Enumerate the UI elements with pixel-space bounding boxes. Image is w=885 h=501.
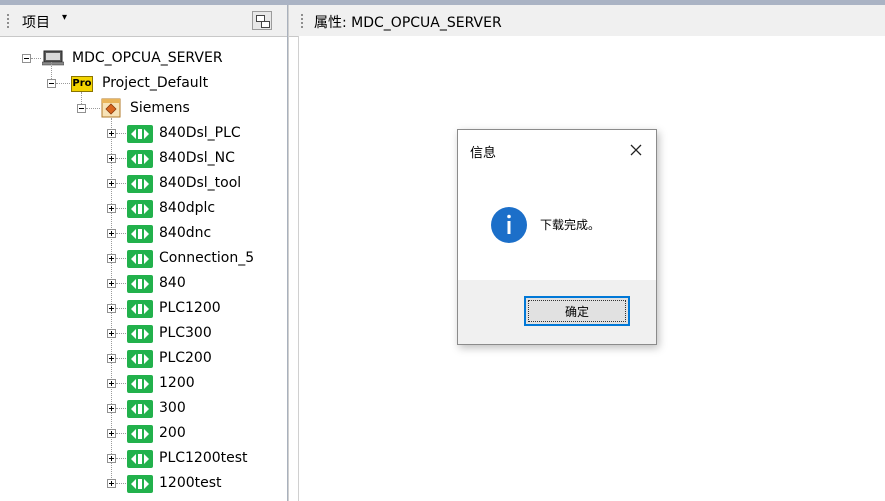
dropdown-caret-icon[interactable]: ▾ — [62, 12, 67, 23]
info-icon — [491, 207, 527, 243]
drag-grip-icon[interactable] — [301, 14, 303, 28]
connection-expand-toggle[interactable] — [107, 204, 116, 213]
properties-title: 属性: MDC_OPCUA_SERVER — [314, 15, 502, 31]
tree-item-project[interactable]: Project_Default — [102, 75, 208, 91]
tree-item-connection[interactable]: PLC1200test — [159, 450, 248, 466]
connection-icon — [127, 125, 153, 143]
connection-expand-toggle[interactable] — [107, 329, 116, 338]
siemens-driver-icon — [101, 98, 121, 118]
tree-view-icon-node — [261, 21, 270, 28]
connection-expand-toggle[interactable] — [107, 254, 116, 263]
connection-icon — [127, 375, 153, 393]
tree-item-connection[interactable]: 840dnc — [159, 225, 211, 241]
connection-expand-toggle[interactable] — [107, 154, 116, 163]
ok-button[interactable]: 确定 — [524, 296, 630, 326]
project-pane-header: 项目 ▾ — [0, 5, 287, 37]
project-collapse-toggle[interactable] — [47, 79, 56, 88]
tree-item-connection[interactable]: 300 — [159, 400, 186, 416]
connection-icon — [127, 250, 153, 268]
connection-icon — [127, 150, 153, 168]
connection-icon — [127, 425, 153, 443]
connection-icon — [127, 225, 153, 243]
properties-pane-header: 属性: MDC_OPCUA_SERVER — [289, 5, 885, 37]
connection-expand-toggle[interactable] — [107, 429, 116, 438]
project-pane-title[interactable]: 项目 — [22, 12, 50, 32]
info-dialog: 信息 下载完成。 确定 — [457, 129, 657, 345]
project-tree[interactable]: MDC_OPCUA_SERVER Pro Project_Default Sie… — [0, 36, 287, 501]
connection-icon — [127, 200, 153, 218]
tree-item-connection[interactable]: PLC1200 — [159, 300, 221, 316]
dialog-body: 下载完成。 — [458, 170, 656, 280]
tree-item-connection[interactable]: 1200test — [159, 475, 222, 491]
tree-item-connection[interactable]: 840 — [159, 275, 186, 291]
dialog-message: 下载完成。 — [540, 218, 601, 232]
connection-icon — [127, 175, 153, 193]
tree-item-connection[interactable]: PLC200 — [159, 350, 212, 366]
tree-item-connection[interactable]: 840dplc — [159, 200, 215, 216]
root-collapse-toggle[interactable] — [22, 54, 31, 63]
connection-expand-toggle[interactable] — [107, 454, 116, 463]
connection-icon — [127, 300, 153, 318]
connection-expand-toggle[interactable] — [107, 129, 116, 138]
tree-item-root[interactable]: MDC_OPCUA_SERVER — [72, 50, 223, 66]
tree-item-siemens[interactable]: Siemens — [130, 100, 190, 116]
connection-icon — [127, 450, 153, 468]
dialog-footer: 确定 — [458, 280, 656, 344]
tree-view-button[interactable] — [252, 11, 272, 30]
connection-expand-toggle[interactable] — [107, 379, 116, 388]
project-pane: 项目 ▾ MDC_OPCUA_SERVER Pro Project_Defaul… — [0, 5, 288, 501]
close-icon[interactable] — [624, 138, 648, 162]
tree-item-connection[interactable]: 840Dsl_tool — [159, 175, 241, 191]
connection-icon — [127, 350, 153, 368]
connection-expand-toggle[interactable] — [107, 479, 116, 488]
tree-item-connection[interactable]: PLC300 — [159, 325, 212, 341]
tree-item-connection[interactable]: 1200 — [159, 375, 195, 391]
connection-icon — [127, 275, 153, 293]
dialog-title: 信息 — [470, 146, 497, 161]
connection-expand-toggle[interactable] — [107, 304, 116, 313]
tree-item-connection[interactable]: Connection_5 — [159, 250, 254, 266]
connection-expand-toggle[interactable] — [107, 179, 116, 188]
tree-item-connection[interactable]: 840Dsl_PLC — [159, 125, 241, 141]
tree-item-connection[interactable]: 200 — [159, 425, 186, 441]
pro-icon: Pro — [71, 76, 93, 92]
connection-expand-toggle[interactable] — [107, 354, 116, 363]
connection-icon — [127, 400, 153, 418]
connection-icon — [127, 325, 153, 343]
connection-expand-toggle[interactable] — [107, 404, 116, 413]
tree-item-connection[interactable]: 840Dsl_NC — [159, 150, 235, 166]
server-icon — [42, 50, 64, 66]
connection-expand-toggle[interactable] — [107, 279, 116, 288]
connection-expand-toggle[interactable] — [107, 229, 116, 238]
siemens-collapse-toggle[interactable] — [77, 104, 86, 113]
drag-grip-icon[interactable] — [7, 14, 9, 28]
connection-icon — [127, 475, 153, 493]
